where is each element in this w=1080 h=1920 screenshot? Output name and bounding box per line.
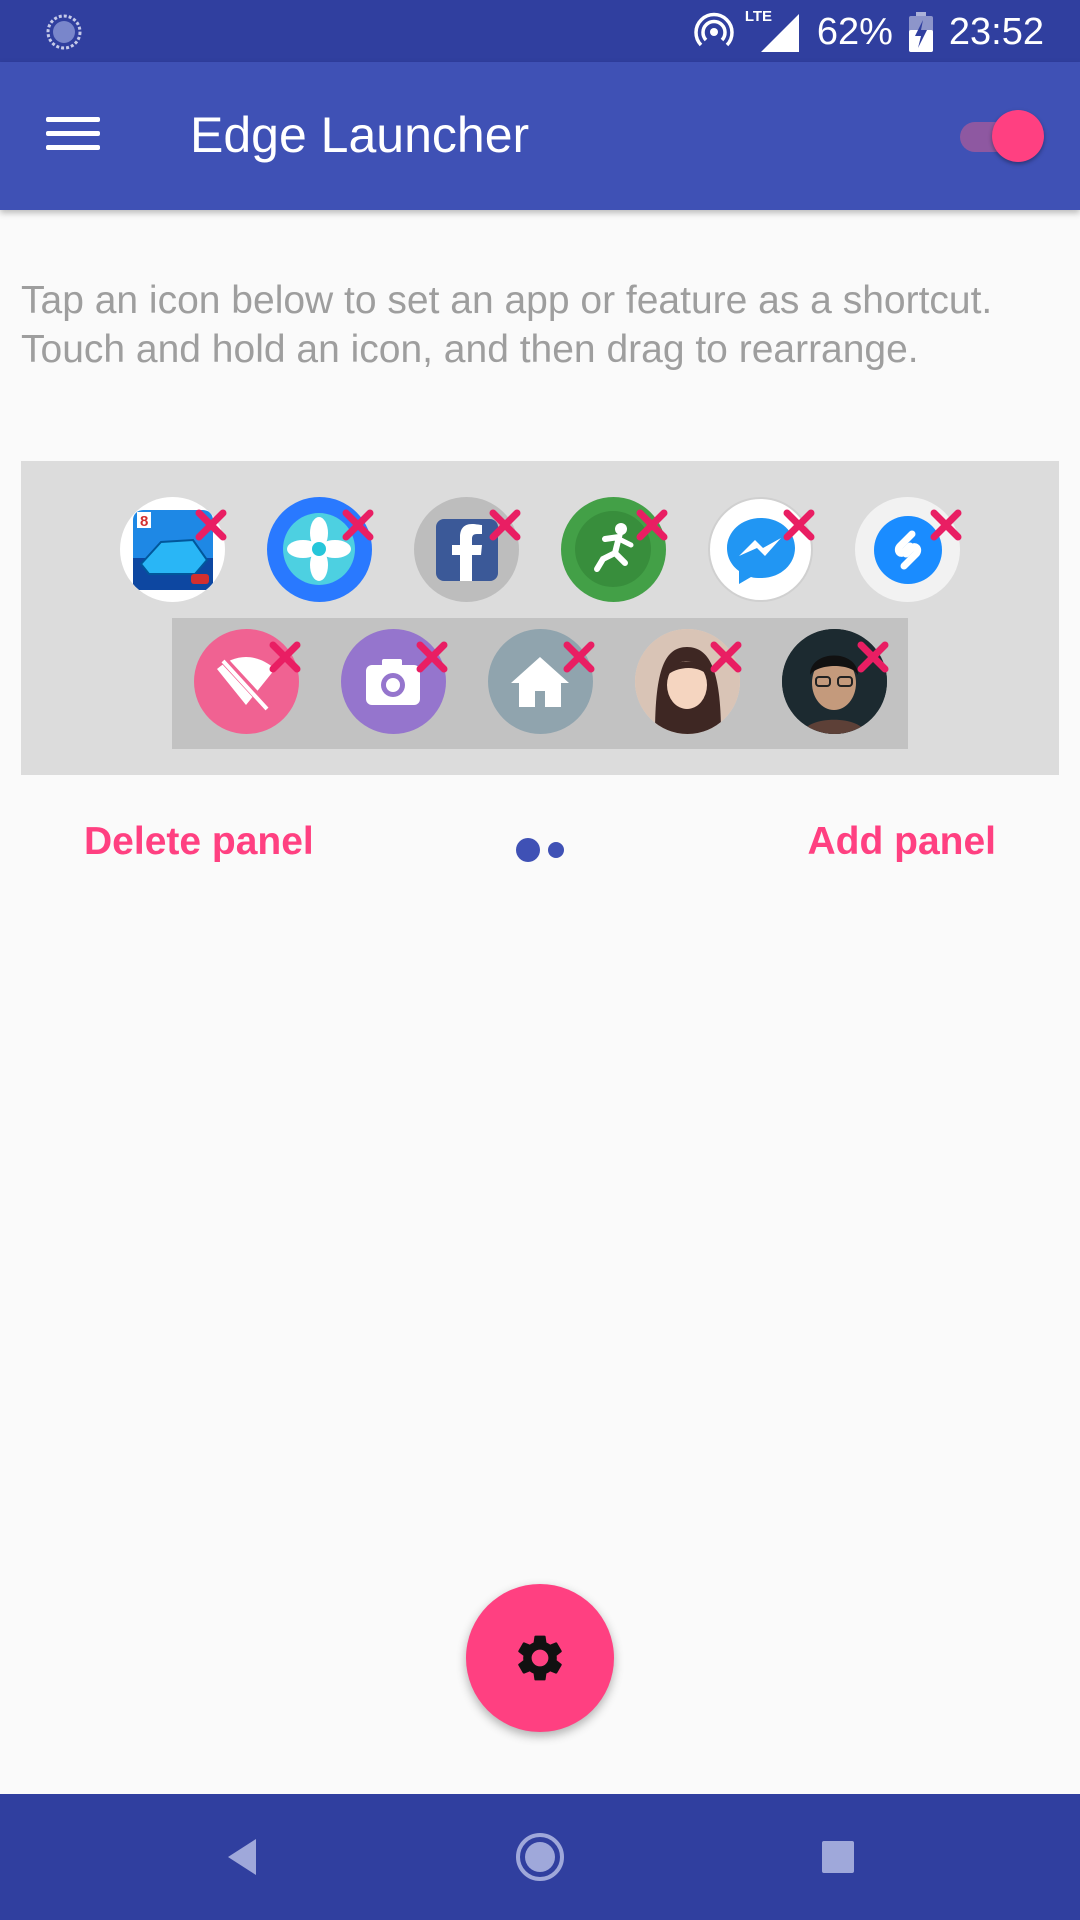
camera-shortcut[interactable]: [340, 629, 447, 734]
recents-icon: [822, 1841, 854, 1873]
gear-icon: [518, 1635, 562, 1681]
app-bar: Edge Launcher: [0, 62, 1080, 210]
page-title: Edge Launcher: [190, 107, 530, 163]
hotspot-icon: [694, 12, 734, 47]
remove-icon[interactable]: [338, 505, 378, 545]
remove-icon[interactable]: [412, 637, 452, 677]
add-panel-button[interactable]: Add panel: [807, 820, 996, 864]
enable-toggle[interactable]: [956, 108, 1052, 164]
home-icon: [516, 1833, 564, 1881]
remove-icon[interactable]: [559, 637, 599, 677]
wifi-off-shortcut[interactable]: [193, 629, 300, 734]
hamburger-icon[interactable]: [40, 108, 106, 164]
delete-panel-button[interactable]: Delete panel: [84, 820, 314, 864]
battery-charging-icon: [908, 12, 933, 52]
settings-fab[interactable]: [466, 1584, 614, 1732]
asphalt-8-app[interactable]: 8: [120, 497, 227, 602]
remove-icon[interactable]: [265, 637, 305, 677]
toggle-thumb: [992, 110, 1044, 162]
panel-actions: Delete panel Add panel: [0, 820, 1080, 880]
soccer-app[interactable]: [561, 497, 668, 602]
home-button[interactable]: [510, 1827, 570, 1887]
back-icon: [228, 1839, 256, 1875]
pinwheel-app[interactable]: [267, 497, 374, 602]
remove-icon[interactable]: [191, 505, 231, 545]
facebook-app[interactable]: [414, 497, 521, 602]
system-nav-bar: [0, 1794, 1080, 1920]
back-button[interactable]: [212, 1827, 272, 1887]
icon-row-2: [21, 629, 1059, 734]
home-shortcut[interactable]: [487, 629, 594, 734]
edge-panel-preview: 8: [21, 461, 1059, 775]
page-indicator: [516, 838, 564, 862]
messenger-app[interactable]: [708, 497, 815, 602]
remove-icon[interactable]: [632, 505, 672, 545]
instructions-text: Tap an icon below to set an app or featu…: [21, 279, 993, 371]
remove-icon[interactable]: [926, 505, 966, 545]
contact-woman[interactable]: [634, 629, 741, 734]
icon-row-1: 8: [21, 497, 1059, 602]
remove-icon[interactable]: [779, 505, 819, 545]
remove-icon[interactable]: [706, 637, 746, 677]
page-dot[interactable]: [548, 842, 564, 858]
page-dot-active[interactable]: [516, 838, 540, 862]
contact-man[interactable]: [781, 629, 888, 734]
recents-button[interactable]: [808, 1827, 868, 1887]
remove-icon[interactable]: [485, 505, 525, 545]
signal-icon: LTE: [745, 8, 801, 54]
loading-icon: [46, 14, 82, 50]
remove-icon[interactable]: [853, 637, 893, 677]
clock: 23:52: [948, 10, 1044, 53]
battery-percent: 62%: [816, 10, 893, 53]
svg-text:8: 8: [140, 513, 148, 530]
status-bar: LTE 62% 23:52: [0, 0, 1080, 62]
shazam-app[interactable]: [855, 497, 962, 602]
